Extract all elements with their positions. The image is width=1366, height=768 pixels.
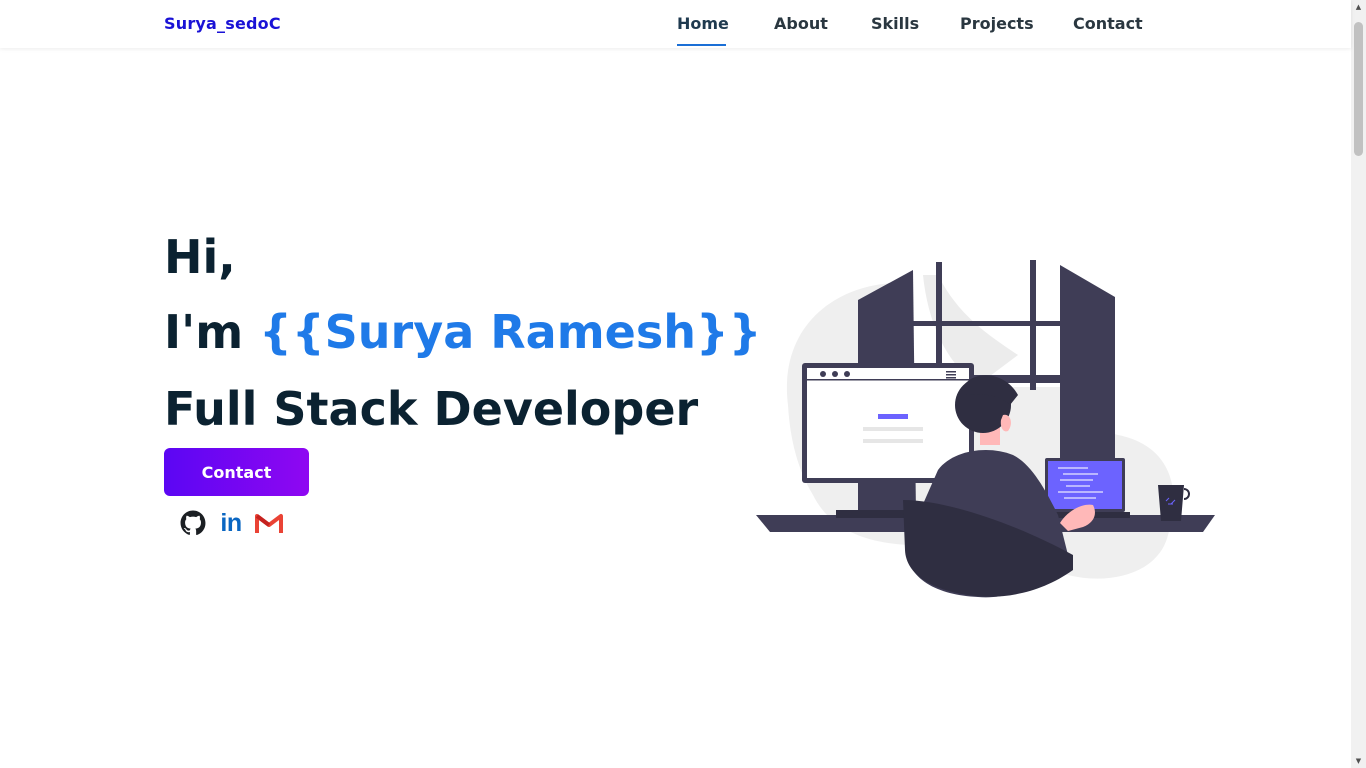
linkedin-icon[interactable]: in xyxy=(216,508,246,538)
contact-button[interactable]: Contact xyxy=(164,448,309,496)
hero-intro: I'm {{Surya Ramesh}} xyxy=(164,305,761,359)
hero-greeting: Hi, xyxy=(164,230,236,284)
hero-name: {{Surya Ramesh}} xyxy=(259,305,762,359)
nav-item-projects[interactable]: Projects xyxy=(960,14,1034,33)
active-nav-indicator xyxy=(677,44,726,46)
nav-item-skills[interactable]: Skills xyxy=(871,14,919,33)
site-logo[interactable]: Surya_sedoC xyxy=(164,14,281,33)
scrollbar-thumb[interactable] xyxy=(1354,22,1363,156)
scroll-up-icon[interactable]: ▲ xyxy=(1351,0,1366,14)
site-header: Surya_sedoC Home About Skills Projects C… xyxy=(0,0,1351,48)
hero-intro-prefix: I'm xyxy=(164,305,260,359)
github-icon[interactable] xyxy=(178,508,208,538)
hero-role: Full Stack Developer xyxy=(164,382,699,436)
nav-item-about[interactable]: About xyxy=(774,14,828,33)
page-scrollbar[interactable]: ▲ ▼ xyxy=(1351,0,1366,768)
nav-item-home[interactable]: Home xyxy=(677,14,729,33)
nav-item-contact[interactable]: Contact xyxy=(1073,14,1143,33)
developer-illustration xyxy=(748,255,1223,605)
linkedin-label: in xyxy=(220,508,242,537)
gmail-icon[interactable] xyxy=(254,508,284,538)
scroll-down-icon[interactable]: ▼ xyxy=(1351,754,1366,768)
